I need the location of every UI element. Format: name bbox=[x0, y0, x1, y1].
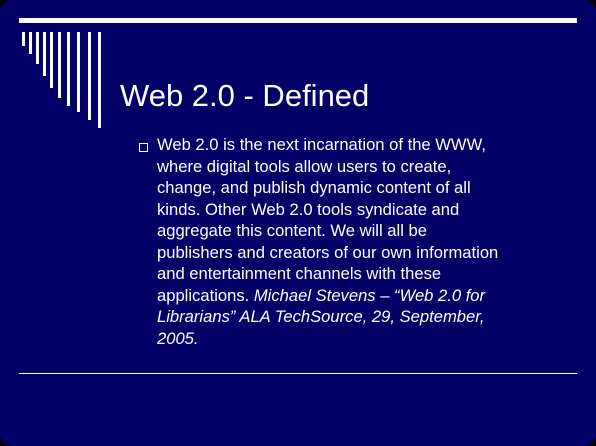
bullet-line: aggregate this content. We will all be bbox=[157, 221, 427, 240]
bullet-line: change, and publish dynamic content of a… bbox=[157, 178, 471, 197]
slide-title: Web 2.0 - Defined bbox=[120, 78, 370, 113]
hollow-square-bullet-icon bbox=[139, 143, 148, 152]
bullet-line: where digital tools allow users to creat… bbox=[157, 156, 452, 176]
bullet-line: kinds. Other Web 2.0 tools syndicate and bbox=[157, 199, 460, 219]
bullet-plain-segment: applications. bbox=[157, 285, 254, 305]
vertical-stripes-decoration bbox=[22, 32, 101, 128]
top-rule bbox=[19, 18, 577, 23]
bullet-line: Web 2.0 is the next incarnation of the W… bbox=[157, 135, 486, 154]
citation-line: Librarians” ALA TechSource, 29, Septembe… bbox=[157, 307, 485, 326]
bullet-line: and entertainment channels with these bbox=[157, 264, 442, 283]
bullet-text: Web 2.0 is the next incarnation of the W… bbox=[157, 134, 575, 349]
citation-line: 2005. bbox=[157, 328, 199, 348]
bullet-mixed-line: applications. Michael Stevens – “Web 2.0… bbox=[157, 285, 575, 307]
citation-segment: Michael Stevens – “Web 2.0 for bbox=[253, 285, 486, 305]
bottom-rule bbox=[19, 373, 577, 374]
bullet-line: publishers and creators of our own infor… bbox=[157, 242, 499, 262]
slide: Web 2.0 - Defined Web 2.0 is the next in… bbox=[0, 0, 596, 446]
